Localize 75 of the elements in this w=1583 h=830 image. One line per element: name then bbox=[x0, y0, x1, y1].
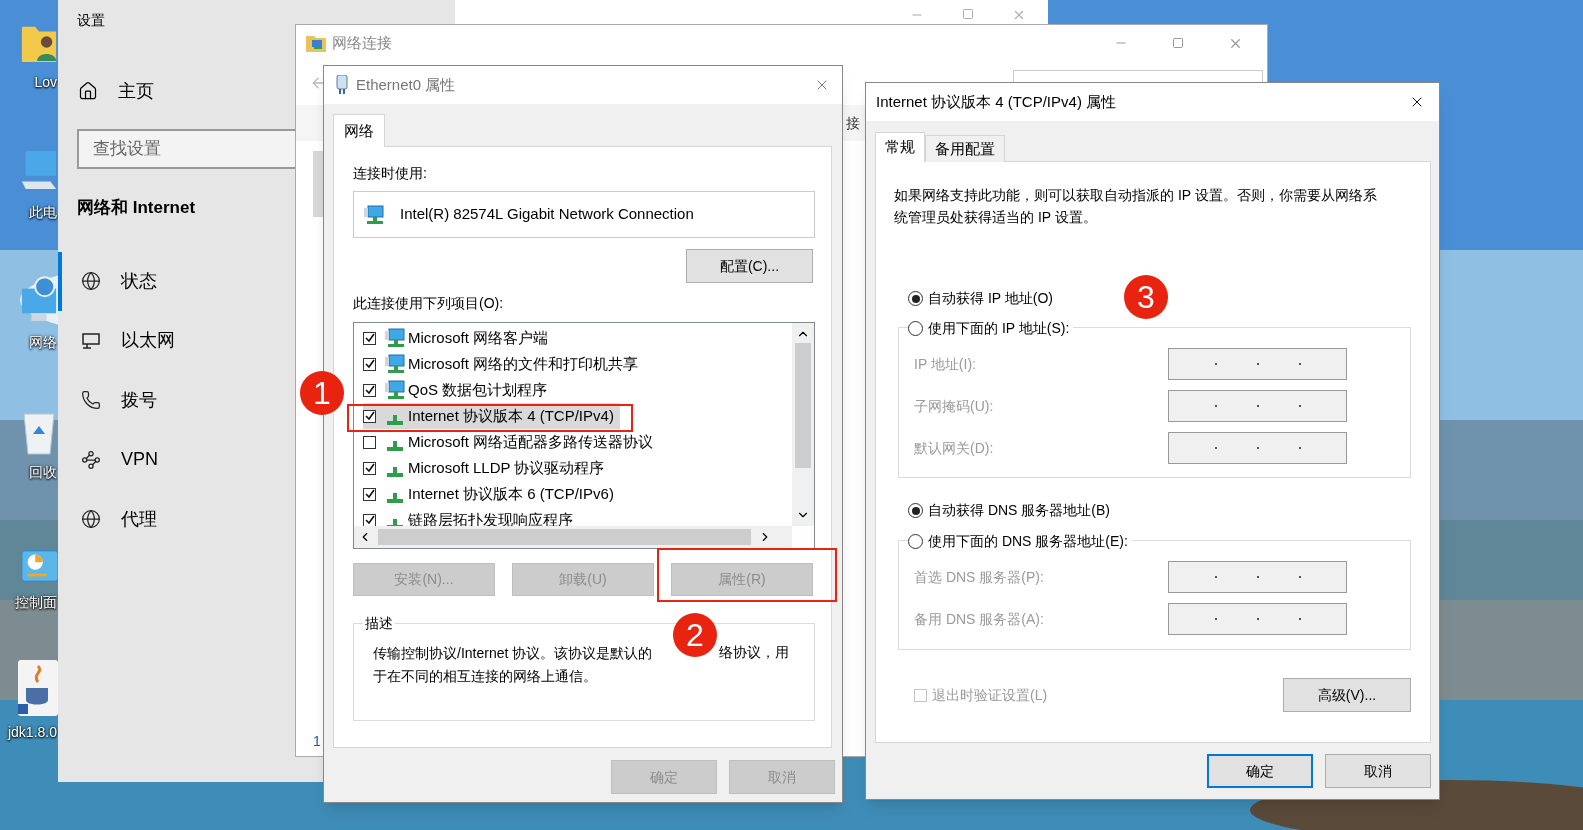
monitor-icon bbox=[81, 330, 101, 351]
list-item[interactable]: Internet 协议版本 6 (TCP/IPv6) bbox=[363, 481, 620, 507]
tab[interactable]: 常规 bbox=[875, 132, 925, 162]
window-title: 设置 bbox=[77, 11, 106, 30]
description-text: 络协议，用 bbox=[719, 643, 789, 662]
field-label: 备用 DNS 服务器(A): bbox=[914, 609, 1045, 629]
dialog-title: Ethernet0 属性 bbox=[356, 74, 456, 95]
network-protocol-icon bbox=[387, 519, 403, 526]
field-label: 默认网关(D): bbox=[914, 438, 995, 458]
description-text: 于在不同的相互连接的网络上通信。 bbox=[373, 667, 597, 686]
tab[interactable]: 网络 bbox=[333, 114, 385, 147]
radio-button[interactable] bbox=[908, 321, 923, 336]
radio-option[interactable]: 使用下面的 DNS 服务器地址(E): bbox=[908, 531, 1132, 552]
ip-address-field[interactable] bbox=[1168, 561, 1347, 593]
list-item[interactable]: Microsoft 网络适配器多路传送器协议 bbox=[363, 429, 659, 455]
ip-address-field[interactable] bbox=[1168, 390, 1347, 422]
radio-button[interactable] bbox=[908, 534, 923, 549]
list-item[interactable]: Microsoft LLDP 协议驱动程序 bbox=[363, 455, 611, 481]
checkbox[interactable] bbox=[363, 331, 376, 345]
checkbox[interactable] bbox=[363, 487, 376, 501]
vertical-scrollbar[interactable] bbox=[792, 323, 814, 526]
radio-option[interactable]: 自动获得 DNS 服务器地址(B) bbox=[908, 500, 1110, 521]
network-adapter-icon bbox=[336, 75, 348, 95]
radio-button[interactable] bbox=[908, 291, 923, 306]
maximize-icon[interactable] bbox=[1172, 37, 1184, 49]
ip-address-field[interactable] bbox=[1168, 432, 1347, 464]
checkbox[interactable] bbox=[363, 357, 376, 371]
checkbox[interactable] bbox=[363, 383, 376, 397]
field-label: 首选 DNS 服务器(P): bbox=[914, 567, 1045, 587]
network-monitor-icon bbox=[385, 380, 405, 400]
ip-address-field[interactable] bbox=[1168, 348, 1347, 380]
toolbar-label[interactable]: 接 bbox=[846, 112, 860, 134]
network-protocol-icon bbox=[387, 441, 403, 451]
field-label: IP 地址(I): bbox=[914, 354, 977, 374]
dialog-button[interactable]: 取消 bbox=[1325, 754, 1431, 788]
adapter-box: Intel(R) 82574L Gigabit Network Connection bbox=[353, 191, 815, 238]
network-folder-icon bbox=[306, 34, 326, 52]
dialog-button[interactable]: 确定 bbox=[1207, 754, 1313, 788]
checkbox[interactable] bbox=[363, 409, 376, 423]
section-heading: 网络和 Internet bbox=[77, 197, 196, 219]
advanced-button[interactable]: 高级(V)... bbox=[1283, 678, 1411, 712]
network-monitor-icon bbox=[385, 328, 405, 348]
radio-button[interactable] bbox=[908, 503, 923, 518]
horizontal-scrollbar[interactable] bbox=[354, 526, 792, 548]
field-label: 子网掩码(U): bbox=[914, 396, 995, 416]
status-text: 1 bbox=[313, 732, 322, 751]
list-item[interactable]: Microsoft 网络的文件和打印机共享 bbox=[363, 351, 644, 377]
radio-option[interactable]: 使用下面的 IP 地址(S): bbox=[908, 318, 1074, 339]
intro-text: 如果网络支持此功能，则可以获取自动指派的 IP 设置。否则，你需要从网络系统管理员处获得适当的 IP 设置。 bbox=[894, 186, 1378, 227]
globe-icon bbox=[81, 509, 101, 530]
globe-icon bbox=[81, 271, 101, 292]
description-text: 传输控制协议/Internet 协议。该协议是默认的 bbox=[373, 645, 653, 661]
checkbox[interactable] bbox=[363, 435, 376, 449]
network-monitor-icon bbox=[385, 354, 405, 374]
ip-address-field[interactable] bbox=[1168, 603, 1347, 635]
list-item[interactable]: QoS 数据包计划程序 bbox=[363, 377, 554, 403]
configure-button[interactable]: 配置(C)... bbox=[686, 249, 813, 283]
dialog-title: Internet 协议版本 4 (TCP/IPv4) 属性 bbox=[876, 91, 1117, 112]
window-title: 网络连接 bbox=[332, 32, 392, 53]
checkbox[interactable] bbox=[363, 513, 376, 526]
desktop-icon-label[interactable]: jdk1.8.0 bbox=[7, 722, 58, 743]
network-protocol-icon bbox=[387, 493, 403, 503]
network-monitor-icon bbox=[364, 204, 384, 225]
network-protocol-icon bbox=[387, 467, 403, 477]
link-icon bbox=[81, 449, 101, 470]
back-icon[interactable] bbox=[310, 75, 326, 91]
network-protocol-icon bbox=[387, 415, 403, 425]
list-item[interactable]: Internet 协议版本 4 (TCP/IPv4) bbox=[363, 403, 620, 429]
phone-icon bbox=[81, 390, 101, 411]
checkbox[interactable] bbox=[363, 461, 376, 475]
list-item[interactable]: Microsoft 网络客户端 bbox=[363, 325, 554, 351]
home-icon bbox=[78, 81, 98, 101]
tab[interactable]: 备用配置 bbox=[925, 135, 1005, 162]
radio-option[interactable]: 自动获得 IP 地址(O) bbox=[908, 288, 1053, 309]
java-cup-icon bbox=[18, 660, 58, 716]
